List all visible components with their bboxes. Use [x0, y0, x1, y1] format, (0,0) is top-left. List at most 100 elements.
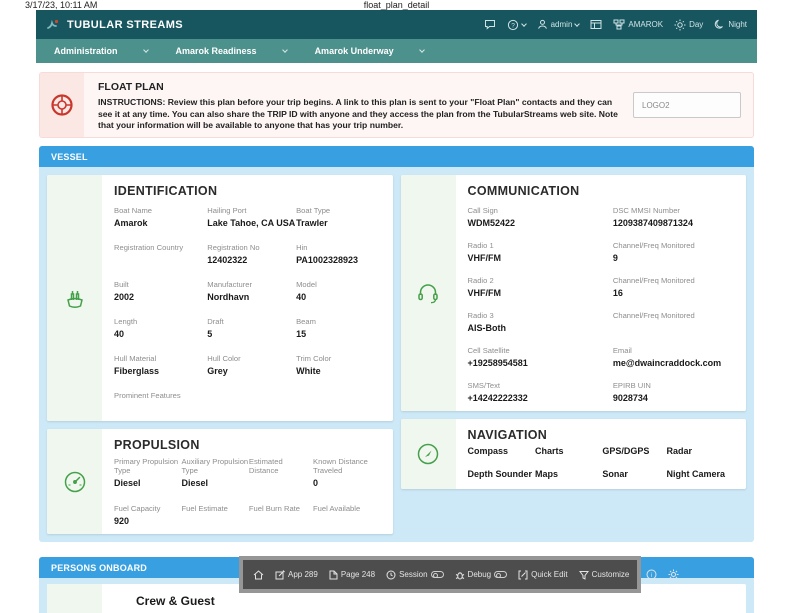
field: Channel/Freq Monitored16	[613, 276, 734, 298]
gear-icon	[668, 569, 679, 580]
field-label: Fuel Available	[313, 504, 380, 513]
field-value: VHF/FM	[468, 253, 613, 263]
field-label: SMS/Text	[468, 381, 613, 390]
field: Radio 1VHF/FM	[468, 241, 613, 263]
nav-amarok-underway[interactable]: Amarok Underway	[301, 39, 438, 63]
field-label: Beam	[296, 317, 380, 326]
field-label: Built	[114, 280, 207, 289]
toolbar-home-button[interactable]	[253, 570, 264, 580]
field: Radio 3AIS-Both	[468, 311, 613, 333]
field-value: Lake Tahoe, CA USA	[207, 218, 296, 228]
brand[interactable]: TUBULAR STREAMS	[46, 18, 183, 32]
theme-day-button[interactable]: Day	[674, 19, 703, 31]
toolbar-quick-edit-button[interactable]: Quick Edit	[518, 570, 567, 580]
print-header: 3/17/23, 10:11 AM float_plan_detail	[0, 0, 793, 10]
identification-content: IDENTIFICATION Boat NameAmarokHailing Po…	[102, 175, 393, 421]
field-value	[249, 516, 313, 526]
field-value: 40	[296, 292, 380, 302]
field-label: Auxiliary Propulsion Type	[181, 457, 248, 475]
main-nav: Administration Amarok Readiness Amarok U…	[36, 39, 757, 63]
debug-bug-icon	[455, 570, 465, 580]
field-label: Registration Country	[114, 243, 207, 252]
vessel-section-header: VESSEL	[39, 146, 754, 167]
field-value: me@dwaincraddock.com	[613, 358, 734, 368]
field: Hull MaterialFiberglass	[114, 354, 207, 376]
brand-logo-icon	[46, 18, 60, 32]
field-value: Diesel	[181, 478, 248, 488]
alert-stripe	[40, 73, 84, 137]
card-stripe	[47, 584, 102, 613]
user-icon	[537, 19, 548, 30]
toolbar-debug-button[interactable]: Debug	[455, 570, 508, 580]
toolbar-settings-button[interactable]	[668, 569, 679, 580]
toolbar-session-button[interactable]: Session	[386, 570, 443, 580]
field-label: Boat Name	[114, 206, 207, 215]
field: Compass	[468, 446, 535, 456]
theme-day-label: Day	[689, 20, 703, 29]
field: Trim ColorWhite	[296, 354, 380, 376]
session-toggle[interactable]	[431, 571, 444, 578]
chevron-down-icon	[419, 47, 425, 53]
field-label: EPIRB UIN	[613, 381, 734, 390]
nav-label: Administration	[54, 46, 118, 56]
equipment-item: Radar	[667, 446, 734, 456]
communication-content: COMMUNICATION Call SignWDM52422DSC MMSI …	[456, 175, 747, 411]
chevron-down-icon	[521, 21, 527, 27]
app-switcher-label: AMAROK	[628, 20, 663, 29]
chevron-down-icon	[282, 47, 288, 53]
card-stripe	[401, 175, 456, 411]
ship-icon	[62, 285, 88, 311]
equipment-item: Sonar	[602, 469, 666, 479]
card-stripe	[47, 429, 102, 534]
field: Call SignWDM52422	[468, 206, 613, 228]
topbar-actions: ? admin	[484, 19, 747, 31]
feedback-button[interactable]	[484, 19, 496, 30]
field-label: Length	[114, 317, 207, 326]
nav-amarok-readiness[interactable]: Amarok Readiness	[162, 39, 301, 63]
field-label: Hin	[296, 243, 380, 252]
help-icon: ?	[507, 19, 519, 31]
field-value: 0	[313, 478, 380, 488]
field-label: Registration No	[207, 243, 296, 252]
navigation-title: NAVIGATION	[468, 428, 735, 442]
app-switcher[interactable]: AMAROK	[613, 19, 663, 30]
alert-body: FLOAT PLAN INSTRUCTIONS: Review this pla…	[84, 73, 633, 137]
field-label: Channel/Freq Monitored	[613, 311, 734, 320]
brand-title: TUBULAR STREAMS	[67, 19, 183, 31]
builder-button[interactable]	[590, 19, 602, 30]
propulsion-title: PROPULSION	[114, 438, 381, 452]
field: Registration Country	[114, 243, 207, 265]
communication-title: COMMUNICATION	[468, 184, 735, 198]
nav-administration[interactable]: Administration	[40, 39, 162, 63]
field: Radar	[667, 446, 734, 456]
field-value	[114, 255, 207, 265]
toolbar-page-button[interactable]: Page 248	[329, 570, 375, 580]
field-value: 5	[207, 329, 296, 339]
page-icon	[329, 570, 338, 580]
crew-guest-title: Crew & Guest	[136, 594, 744, 613]
debug-toggle[interactable]	[494, 571, 507, 578]
toolbar-page-label: Page 248	[341, 570, 375, 579]
toolbar-app-button[interactable]: App 289	[275, 570, 318, 580]
toolbar-info-button[interactable]: i	[646, 569, 657, 580]
propulsion-content: PROPULSION Primary Propulsion TypeDiesel…	[102, 429, 393, 534]
headset-icon	[415, 280, 441, 306]
field-value: +14242222332	[468, 393, 613, 403]
theme-night-button[interactable]: Night	[714, 19, 747, 30]
field-value: 16	[613, 288, 734, 298]
field: Boat TypeTrawler	[296, 206, 380, 228]
float-plan-title: FLOAT PLAN	[98, 81, 619, 93]
toolbar-customize-button[interactable]: Customize	[579, 570, 630, 580]
field-value	[249, 478, 313, 488]
field-value: 15	[296, 329, 380, 339]
help-menu[interactable]: ?	[507, 19, 526, 31]
user-menu[interactable]: admin	[537, 19, 580, 30]
communication-card: COMMUNICATION Call SignWDM52422DSC MMSI …	[401, 175, 747, 411]
field: Fuel Available	[313, 504, 380, 526]
field: Radio 2VHF/FM	[468, 276, 613, 298]
developer-toolbar: App 289 Page 248 Session Debug	[243, 560, 637, 589]
field-label: Email	[613, 346, 734, 355]
field-value: 2002	[114, 292, 207, 302]
field-value: Fiberglass	[114, 366, 207, 376]
field-label: Hull Color	[207, 354, 296, 363]
